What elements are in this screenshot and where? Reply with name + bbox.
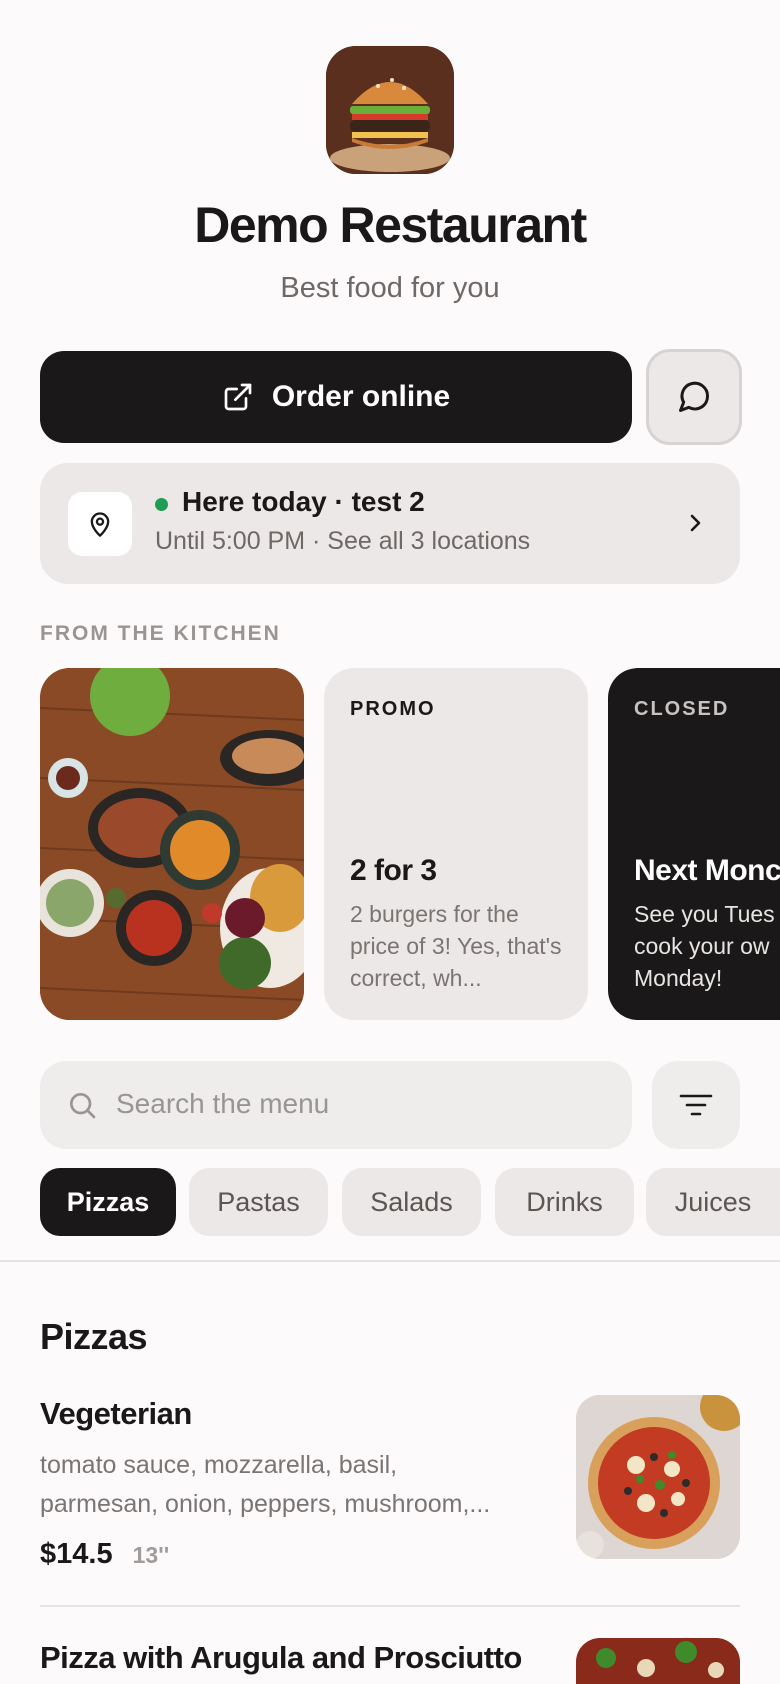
menu-row-divider bbox=[40, 1605, 740, 1607]
chip-pastas[interactable]: Pastas bbox=[189, 1168, 328, 1236]
chip-salads[interactable]: Salads bbox=[342, 1168, 481, 1236]
menu-item-image[interactable] bbox=[576, 1638, 740, 1684]
kitchen-card-closed[interactable]: CLOSED Next Monc See you Tues cook your … bbox=[608, 668, 780, 1020]
closed-headline: Next Monc bbox=[634, 854, 780, 887]
closed-body: See you Tues cook your ow Monday! bbox=[634, 901, 775, 991]
menu-item-desc-line2: parmesan, onion, peppers, mushroom,... bbox=[40, 1490, 491, 1518]
kitchen-card-promo[interactable]: PROMO 2 for 3 2 burgers for the price of… bbox=[324, 668, 588, 1020]
restaurant-tagline: Best food for you bbox=[280, 272, 500, 304]
menu-item-price: $14.5 bbox=[40, 1538, 113, 1570]
food-spread-photo bbox=[40, 668, 304, 1020]
order-online-label: Order online bbox=[271, 380, 451, 413]
search-placeholder: Search the menu bbox=[116, 1088, 330, 1119]
chip-drinks[interactable]: Drinks bbox=[495, 1168, 634, 1236]
chat-button[interactable] bbox=[646, 349, 742, 445]
menu-item-price-row: $14.5 13'' bbox=[40, 1538, 169, 1571]
chip-pizzas[interactable]: Pizzas bbox=[40, 1168, 176, 1236]
search-icon bbox=[70, 1093, 96, 1119]
location-icon-box bbox=[68, 492, 132, 556]
menu-item-size: 13'' bbox=[132, 1542, 170, 1568]
promo-body: 2 burgers for the price of 3! Yes, that'… bbox=[350, 901, 562, 991]
location-subtitle: Until 5:00 PM · See all 3 locations bbox=[155, 527, 531, 555]
map-pin-icon bbox=[90, 512, 110, 537]
chat-bubble-icon bbox=[679, 381, 710, 412]
kitchen-card-photo[interactable] bbox=[40, 668, 304, 1020]
menu-item-name[interactable]: Pizza with Arugula and Prosciutto bbox=[40, 1640, 522, 1676]
chevron-right-icon bbox=[690, 514, 701, 532]
menu-item-image[interactable] bbox=[576, 1395, 740, 1559]
closed-label: CLOSED bbox=[634, 698, 730, 720]
menu-item-name[interactable]: Vegeterian bbox=[40, 1396, 192, 1432]
location-title: Here today · test 2 bbox=[182, 486, 425, 517]
filter-icon bbox=[679, 1094, 713, 1116]
restaurant-logo bbox=[326, 46, 454, 174]
menu-item-desc-line1: tomato sauce, mozzarella, basil, bbox=[40, 1451, 398, 1479]
restaurant-name: Demo Restaurant bbox=[194, 197, 587, 253]
menu-section-title: Pizzas bbox=[40, 1316, 148, 1357]
open-status-dot bbox=[155, 498, 168, 511]
section-divider bbox=[0, 1260, 780, 1262]
promo-headline: 2 for 3 bbox=[350, 854, 437, 887]
kitchen-section-label: FROM THE KITCHEN bbox=[40, 622, 281, 645]
chip-juices[interactable]: Juices bbox=[646, 1168, 780, 1236]
promo-label: PROMO bbox=[350, 698, 436, 720]
external-link-icon bbox=[224, 383, 252, 411]
order-online-button[interactable]: Order online bbox=[40, 351, 632, 443]
location-card[interactable] bbox=[40, 463, 740, 584]
filter-button[interactable] bbox=[652, 1061, 740, 1149]
